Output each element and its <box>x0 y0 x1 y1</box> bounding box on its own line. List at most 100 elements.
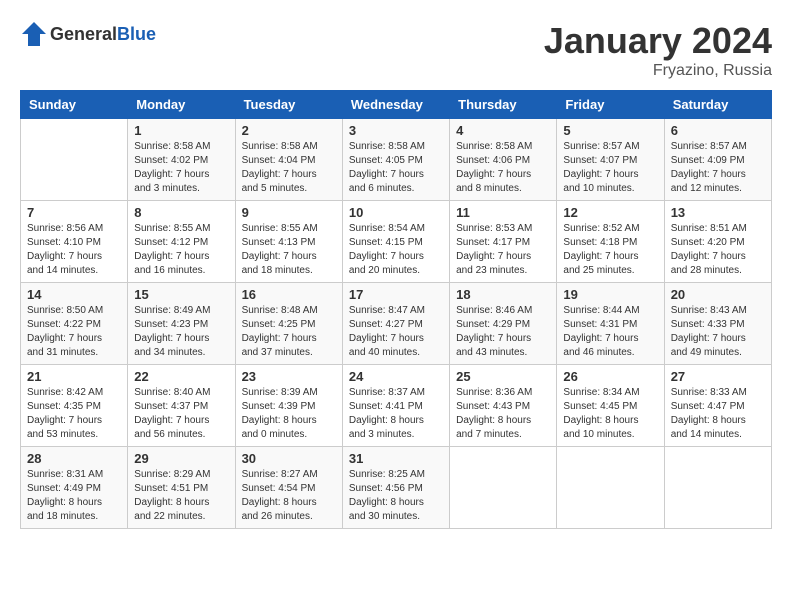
day-info: Sunrise: 8:33 AMSunset: 4:47 PMDaylight:… <box>671 386 765 442</box>
day-number: 15 <box>134 287 228 302</box>
day-cell: 31 Sunrise: 8:25 AMSunset: 4:56 PMDayligh… <box>342 447 449 529</box>
day-number: 19 <box>563 287 657 302</box>
day-cell <box>557 447 664 529</box>
day-number: 16 <box>242 287 336 302</box>
day-number: 26 <box>563 369 657 384</box>
day-number: 22 <box>134 369 228 384</box>
day-number: 29 <box>134 451 228 466</box>
logo-icon <box>20 20 48 48</box>
day-cell: 27 Sunrise: 8:33 AMSunset: 4:47 PMDayligh… <box>664 365 771 447</box>
day-info: Sunrise: 8:57 AMSunset: 4:09 PMDaylight:… <box>671 140 765 196</box>
day-cell: 15 Sunrise: 8:49 AMSunset: 4:23 PMDayligh… <box>128 283 235 365</box>
day-info: Sunrise: 8:27 AMSunset: 4:54 PMDaylight:… <box>242 468 336 524</box>
day-number: 14 <box>27 287 121 302</box>
day-info: Sunrise: 8:55 AMSunset: 4:13 PMDaylight:… <box>242 222 336 278</box>
day-number: 3 <box>349 123 443 138</box>
day-cell: 23 Sunrise: 8:39 AMSunset: 4:39 PMDayligh… <box>235 365 342 447</box>
day-info: Sunrise: 8:31 AMSunset: 4:49 PMDaylight:… <box>27 468 121 524</box>
col-header-saturday: Saturday <box>664 91 771 119</box>
day-number: 9 <box>242 205 336 220</box>
day-number: 24 <box>349 369 443 384</box>
day-cell: 24Sunrise: 8:37 AMSunset: 4:41 PMDayligh… <box>342 365 449 447</box>
location-title: Fryazino, Russia <box>544 62 772 80</box>
week-row-2: 7Sunrise: 8:56 AMSunset: 4:10 PMDaylight… <box>21 201 772 283</box>
day-number: 31 <box>349 451 443 466</box>
day-number: 4 <box>456 123 550 138</box>
calendar-table: SundayMondayTuesdayWednesdayThursdayFrid… <box>20 90 772 529</box>
col-header-tuesday: Tuesday <box>235 91 342 119</box>
day-cell: 18 Sunrise: 8:46 AMSunset: 4:29 PMDayligh… <box>450 283 557 365</box>
day-cell <box>21 119 128 201</box>
day-number: 18 <box>456 287 550 302</box>
day-number: 20 <box>671 287 765 302</box>
logo-blue: Blue <box>117 24 156 44</box>
day-info: Sunrise: 8:55 AMSunset: 4:12 PMDaylight:… <box>134 222 228 278</box>
week-row-5: 28 Sunrise: 8:31 AMSunset: 4:49 PMDayligh… <box>21 447 772 529</box>
day-number: 13 <box>671 205 765 220</box>
day-number: 17 <box>349 287 443 302</box>
day-number: 10 <box>349 205 443 220</box>
day-number: 23 <box>242 369 336 384</box>
day-cell: 8 Sunrise: 8:55 AMSunset: 4:12 PMDaylight… <box>128 201 235 283</box>
day-info: Sunrise: 8:46 AMSunset: 4:29 PMDaylight:… <box>456 304 550 360</box>
col-header-wednesday: Wednesday <box>342 91 449 119</box>
day-info: Sunrise: 8:42 AMSunset: 4:35 PMDaylight:… <box>27 386 121 442</box>
col-header-friday: Friday <box>557 91 664 119</box>
day-cell: 6 Sunrise: 8:57 AMSunset: 4:09 PMDaylight… <box>664 119 771 201</box>
day-info: Sunrise: 8:58 AMSunset: 4:06 PMDaylight:… <box>456 140 550 196</box>
day-cell: 14 Sunrise: 8:50 AMSunset: 4:22 PMDayligh… <box>21 283 128 365</box>
day-info: Sunrise: 8:58 AMSunset: 4:05 PMDaylight:… <box>349 140 443 196</box>
day-cell: 29Sunrise: 8:29 AMSunset: 4:51 PMDayligh… <box>128 447 235 529</box>
day-cell: 17Sunrise: 8:47 AMSunset: 4:27 PMDayligh… <box>342 283 449 365</box>
day-cell: 20 Sunrise: 8:43 AMSunset: 4:33 PMDayligh… <box>664 283 771 365</box>
week-row-4: 21 Sunrise: 8:42 AMSunset: 4:35 PMDayligh… <box>21 365 772 447</box>
day-cell: 25 Sunrise: 8:36 AMSunset: 4:43 PMDayligh… <box>450 365 557 447</box>
header: GeneralBlue January 2024 Fryazino, Russi… <box>20 20 772 80</box>
day-number: 27 <box>671 369 765 384</box>
week-row-1: 1 Sunrise: 8:58 AMSunset: 4:02 PMDaylight… <box>21 119 772 201</box>
day-info: Sunrise: 8:49 AMSunset: 4:23 PMDaylight:… <box>134 304 228 360</box>
day-info: Sunrise: 8:36 AMSunset: 4:43 PMDaylight:… <box>456 386 550 442</box>
title-area: January 2024 Fryazino, Russia <box>544 20 772 80</box>
day-cell: 21 Sunrise: 8:42 AMSunset: 4:35 PMDayligh… <box>21 365 128 447</box>
day-info: Sunrise: 8:50 AMSunset: 4:22 PMDaylight:… <box>27 304 121 360</box>
day-cell: 16 Sunrise: 8:48 AMSunset: 4:25 PMDayligh… <box>235 283 342 365</box>
logo: GeneralBlue <box>20 20 156 48</box>
day-number: 5 <box>563 123 657 138</box>
day-cell: 26Sunrise: 8:34 AMSunset: 4:45 PMDayligh… <box>557 365 664 447</box>
week-row-3: 14 Sunrise: 8:50 AMSunset: 4:22 PMDayligh… <box>21 283 772 365</box>
day-number: 1 <box>134 123 228 138</box>
day-number: 6 <box>671 123 765 138</box>
day-info: Sunrise: 8:25 AMSunset: 4:56 PMDaylight:… <box>349 468 443 524</box>
day-info: Sunrise: 8:44 AMSunset: 4:31 PMDaylight:… <box>563 304 657 360</box>
day-cell: 3 Sunrise: 8:58 AMSunset: 4:05 PMDaylight… <box>342 119 449 201</box>
day-info: Sunrise: 8:58 AMSunset: 4:02 PMDaylight:… <box>134 140 228 196</box>
day-cell: 12Sunrise: 8:52 AMSunset: 4:18 PMDayligh… <box>557 201 664 283</box>
day-info: Sunrise: 8:53 AMSunset: 4:17 PMDaylight:… <box>456 222 550 278</box>
day-cell: 2Sunrise: 8:58 AMSunset: 4:04 PMDaylight… <box>235 119 342 201</box>
header-row: SundayMondayTuesdayWednesdayThursdayFrid… <box>21 91 772 119</box>
col-header-thursday: Thursday <box>450 91 557 119</box>
day-info: Sunrise: 8:39 AMSunset: 4:39 PMDaylight:… <box>242 386 336 442</box>
day-cell: 19 Sunrise: 8:44 AMSunset: 4:31 PMDayligh… <box>557 283 664 365</box>
day-number: 30 <box>242 451 336 466</box>
day-number: 21 <box>27 369 121 384</box>
day-number: 8 <box>134 205 228 220</box>
day-info: Sunrise: 8:52 AMSunset: 4:18 PMDaylight:… <box>563 222 657 278</box>
day-cell: 30 Sunrise: 8:27 AMSunset: 4:54 PMDayligh… <box>235 447 342 529</box>
day-info: Sunrise: 8:54 AMSunset: 4:15 PMDaylight:… <box>349 222 443 278</box>
day-number: 25 <box>456 369 550 384</box>
day-info: Sunrise: 8:57 AMSunset: 4:07 PMDaylight:… <box>563 140 657 196</box>
day-cell: 9 Sunrise: 8:55 AMSunset: 4:13 PMDaylight… <box>235 201 342 283</box>
day-cell: 13 Sunrise: 8:51 AMSunset: 4:20 PMDayligh… <box>664 201 771 283</box>
day-info: Sunrise: 8:51 AMSunset: 4:20 PMDaylight:… <box>671 222 765 278</box>
day-number: 11 <box>456 205 550 220</box>
day-cell: 1 Sunrise: 8:58 AMSunset: 4:02 PMDaylight… <box>128 119 235 201</box>
day-cell: 10 Sunrise: 8:54 AMSunset: 4:15 PMDayligh… <box>342 201 449 283</box>
day-cell: 7Sunrise: 8:56 AMSunset: 4:10 PMDaylight… <box>21 201 128 283</box>
day-info: Sunrise: 8:48 AMSunset: 4:25 PMDaylight:… <box>242 304 336 360</box>
day-info: Sunrise: 8:56 AMSunset: 4:10 PMDaylight:… <box>27 222 121 278</box>
day-number: 28 <box>27 451 121 466</box>
day-info: Sunrise: 8:43 AMSunset: 4:33 PMDaylight:… <box>671 304 765 360</box>
day-cell: 28 Sunrise: 8:31 AMSunset: 4:49 PMDayligh… <box>21 447 128 529</box>
